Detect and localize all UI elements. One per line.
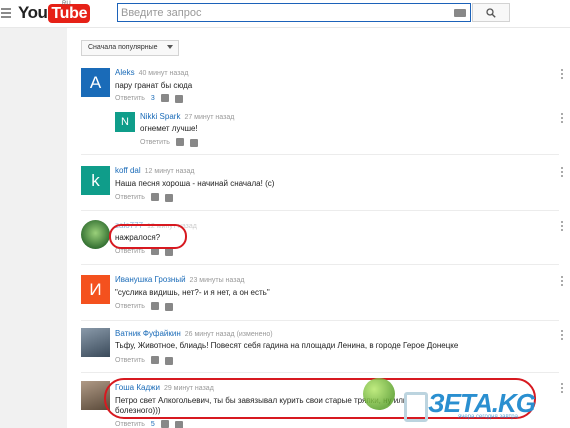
sort-dropdown[interactable]: Сначала популярные [81,40,179,56]
like-icon[interactable] [160,94,169,102]
comment-meta: Гоша Каджи 29 минут назад [115,383,214,392]
dislike-icon[interactable] [189,139,198,147]
edited-label: (изменено) [236,331,273,338]
divider [81,264,559,265]
reply-button[interactable]: Ответить [115,194,145,201]
like-icon[interactable] [150,356,159,364]
reply-count: 5 [150,420,155,428]
comment-actions: Ответить [140,138,198,147]
search-button[interactable] [472,3,510,22]
comment-time: 26 минут назад [184,331,235,338]
logo-region: RU [62,1,71,7]
comment-time: 40 минут назад [138,70,189,77]
dislike-icon[interactable] [164,248,173,256]
comment-actions: Ответить 3 [115,94,183,103]
reply-button[interactable]: Ответить [115,303,145,310]
dislike-icon[interactable] [164,357,173,365]
avatar[interactable] [81,381,110,410]
keyboard-icon[interactable] [454,9,466,17]
comment-menu-icon[interactable] [560,330,564,342]
comment-menu-icon[interactable] [560,276,564,288]
comment-author[interactable]: zalo777 [115,221,143,230]
dislike-icon[interactable] [174,421,183,428]
like-icon[interactable] [150,193,159,201]
comment-author[interactable]: Гоша Каджи [115,383,160,392]
comment-author[interactable]: Aleks [115,68,135,77]
avatar[interactable]: A [81,68,110,97]
like-icon[interactable] [150,302,159,310]
comment-meta: Иванушка Грозный 23 минуты назад [115,275,244,284]
youtube-logo[interactable]: You Tube [18,3,91,23]
avatar[interactable]: N [115,112,135,132]
search-input[interactable] [121,5,451,21]
comment-time: 12 минут назад [144,168,195,175]
comment-menu-icon[interactable] [560,69,564,81]
divider [81,210,559,211]
reply-count: 3 [150,94,155,102]
comment-actions: Ответить [115,302,173,311]
comment-meta: Aleks 40 минут назад [115,68,188,77]
comment-text-line-2: болезного))) [115,406,161,415]
avatar[interactable]: k [81,166,110,195]
comment-author[interactable]: Иванушка Грозный [115,275,186,284]
comment-actions: Ответить 5 [115,420,183,428]
comment-text: Тьфу, Животное, блиадь! Повесят себя гад… [115,341,459,350]
comment-meta: Ватник Фуфайкин 26 минут назад (изменено) [115,329,273,338]
comments-section: Сначала популярные A Aleks 40 минут назад… [67,28,570,428]
comment-text: Наша песня хороша - начинай сначала! (с) [115,179,275,188]
dislike-icon[interactable] [164,194,173,202]
dislike-icon[interactable] [164,303,173,311]
search-box[interactable] [117,3,471,22]
reply-button[interactable]: Ответить [140,139,170,146]
avatar[interactable] [81,220,110,249]
comment-text: пару гранат бы сюда [115,81,193,90]
reply-meta: Nikki Spark 27 минут назад [140,112,234,121]
comment-menu-icon[interactable] [560,221,564,233]
comment-meta: zalo777 12 минут назад [115,221,197,230]
chevron-down-icon [166,45,173,49]
comment-actions: Ответить [115,193,173,202]
reply-button[interactable]: Ответить [115,248,145,255]
logo-you-text: You [18,3,48,22]
reply-button[interactable]: Ответить [115,95,145,102]
menu-icon[interactable] [1,8,11,18]
divider [81,372,559,373]
comment-menu-icon[interactable] [560,383,564,395]
comment-text: "суслика видишь, нет?- и я нет, а он ест… [115,288,270,297]
comment-time: 23 минуты назад [189,277,245,284]
like-icon[interactable] [150,247,159,255]
comment-time: 27 минут назад [184,114,235,121]
like-icon[interactable] [160,420,169,428]
left-rail [0,28,67,428]
divider [81,154,559,155]
like-icon[interactable] [175,138,184,146]
comment-time: 29 минут назад [163,385,214,392]
comment-time: 12 минут назад [147,223,197,230]
comment-menu-icon[interactable] [560,167,564,179]
sort-label: Сначала популярные [88,44,158,51]
dislike-icon[interactable] [174,95,183,103]
comment-menu-icon[interactable] [560,113,564,125]
comment-author[interactable]: Ватник Фуфайкин [115,329,181,338]
comment-text-line-1: Петро свет Алкогольевич, ты бы завязывал… [115,396,408,405]
reply-button[interactable]: Ответить [115,357,145,364]
comment-text: нажралося? [115,233,161,242]
search-icon [486,7,496,18]
comment-text: огнемет лучше! [140,124,198,133]
divider [81,320,559,321]
comment-meta: koff dal 12 минут назад [115,166,195,175]
top-bar: You Tube RU [0,0,570,28]
avatar[interactable] [81,328,110,357]
comment-author[interactable]: koff dal [115,166,141,175]
avatar[interactable]: И [81,275,110,304]
comment-actions: Ответить [115,247,173,256]
reply-button[interactable]: Ответить [115,421,145,428]
comment-actions: Ответить [115,356,173,365]
comment-author[interactable]: Nikki Spark [140,112,180,121]
